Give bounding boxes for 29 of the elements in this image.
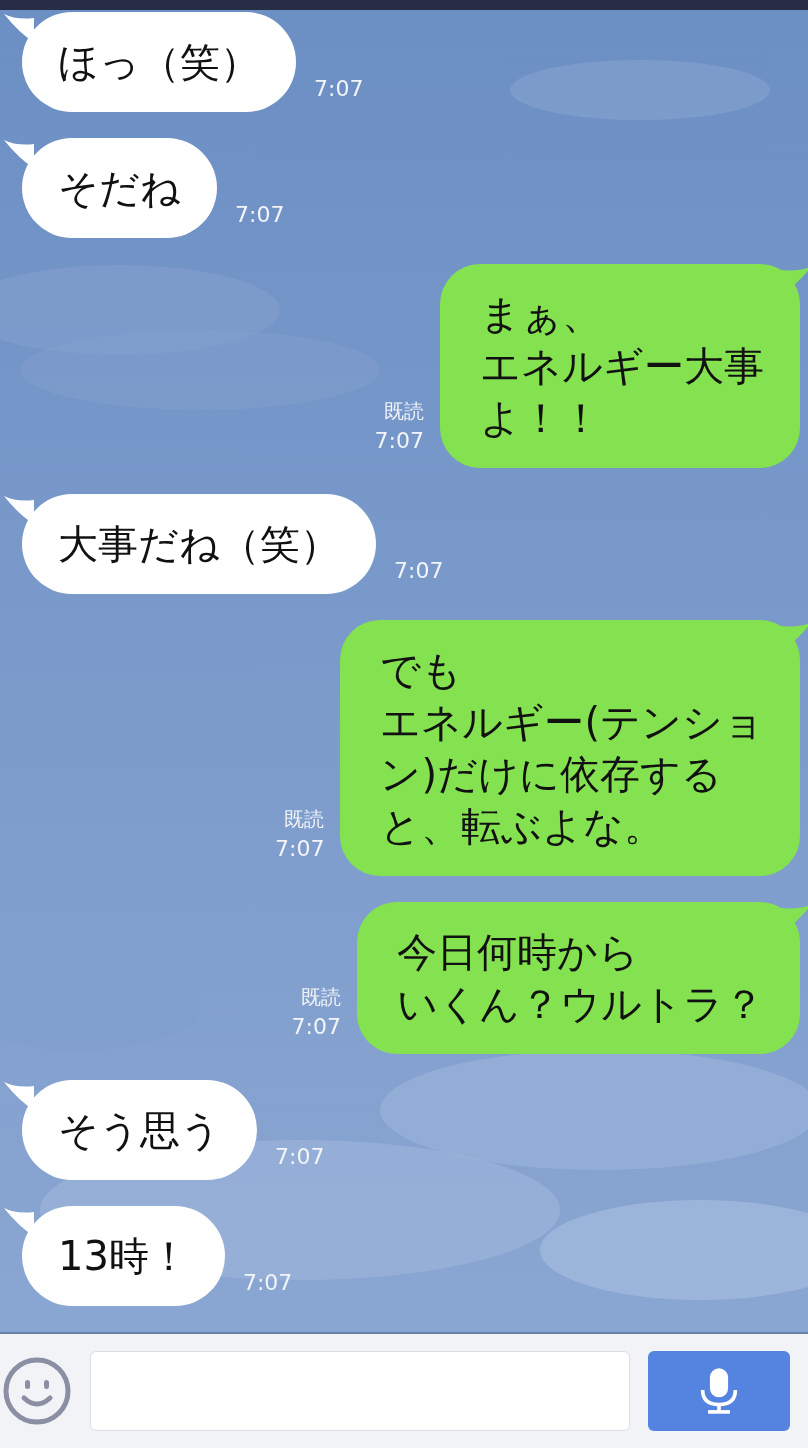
timestamp: 7:07 (242, 1269, 293, 1297)
read-label: 既読 (384, 398, 424, 425)
microphone-icon (699, 1365, 739, 1417)
timestamp: 7:07 (235, 201, 285, 229)
message-text: でも (380, 646, 464, 695)
message-text: よ！！ (480, 394, 602, 443)
read-label: 既読 (284, 806, 325, 833)
message-text: まぁ、 (480, 290, 603, 339)
message-text: そだね (58, 164, 181, 213)
timestamp: 7:07 (275, 1143, 325, 1171)
message-text: ほっ（笑） (58, 38, 260, 87)
voice-button[interactable] (648, 1351, 790, 1431)
message-text: いくん？ウルトラ？ (397, 980, 764, 1029)
timestamp: 7:07 (394, 557, 444, 585)
emoji-icon[interactable] (2, 1356, 72, 1426)
message-input[interactable] (90, 1351, 630, 1431)
message-text: 13時！ (58, 1232, 189, 1281)
message-text: 今日何時から (397, 928, 640, 977)
timestamp: 7:07 (291, 1013, 341, 1041)
read-label: 既読 (301, 984, 341, 1011)
timestamp: 7:07 (374, 427, 424, 455)
timestamp: 7:07 (275, 835, 325, 863)
message-text: ン)だけに依存する (380, 750, 723, 799)
message-text: 大事だね（笑） (58, 520, 340, 569)
timestamp: 7:07 (314, 75, 364, 103)
message-text: エネルギー(テンショ (380, 698, 764, 747)
message-text: そう思う (58, 1106, 221, 1155)
message-text: と、転ぶよな。 (380, 802, 666, 851)
message-text: エネルギー大事 (480, 342, 764, 391)
